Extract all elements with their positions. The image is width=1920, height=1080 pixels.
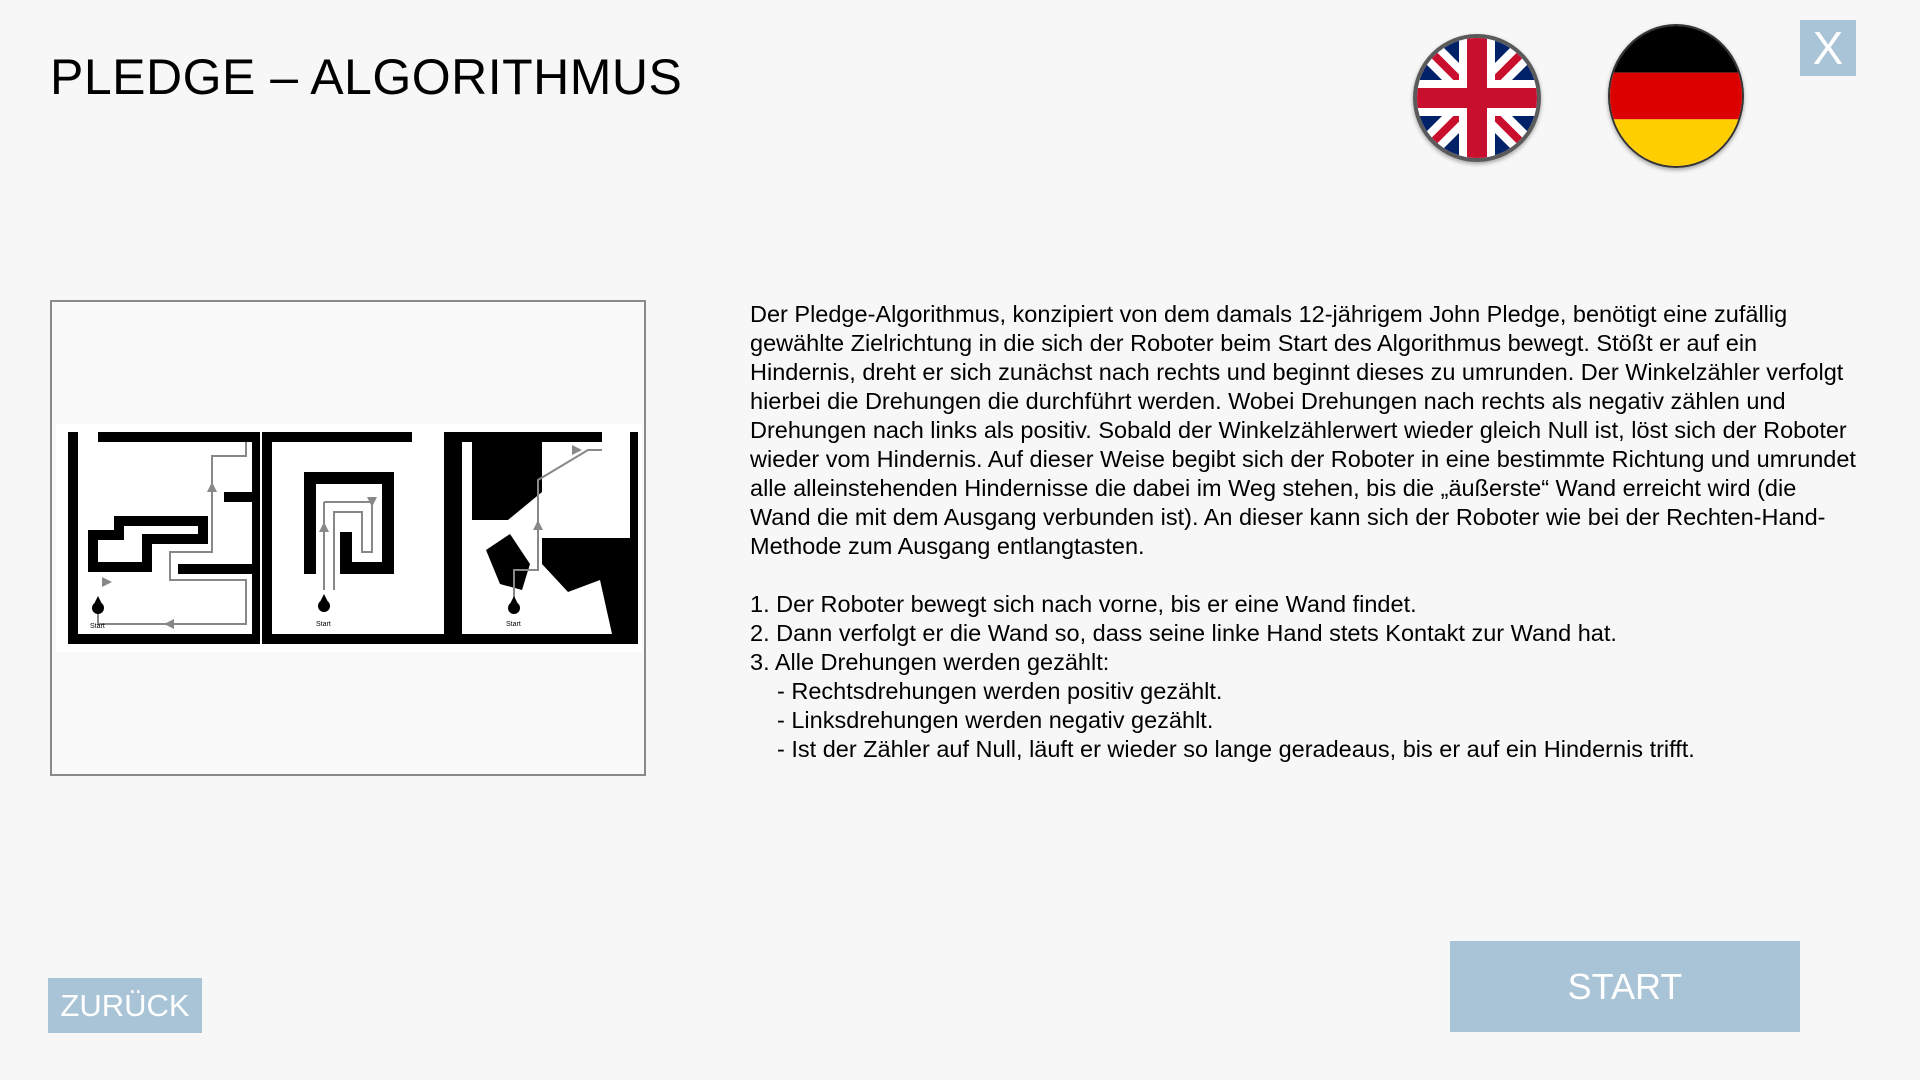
german-language-button[interactable] [1608,24,1744,168]
uk-flag-icon [1417,38,1537,158]
step-3: 3. Alle Drehungen werden gezählt: [750,649,1110,675]
start-label-3: Start [506,621,521,628]
page-title: PLEDGE – ALGORITHMUS [50,49,683,105]
step-1: 1. Der Roboter bewegt sich nach vorne, b… [750,591,1417,617]
substeps-list: - Rechtsdrehungen werden positiv gezählt… [750,677,1860,764]
pledge-maze-illustration: Start Start Start [50,300,646,776]
substep-3: - Ist der Zähler auf Null, läuft er wied… [777,736,1695,762]
germany-flag-icon [1610,26,1742,166]
close-button[interactable]: X [1800,20,1856,76]
back-button[interactable]: ZURÜCK [48,978,202,1033]
english-language-button[interactable] [1413,34,1541,162]
description-paragraph: Der Pledge-Algorithmus, konzipiert von d… [750,301,1856,559]
substep-2: - Linksdrehungen werden negativ gezählt. [777,707,1214,733]
steps-list: 1. Der Roboter bewegt sich nach vorne, b… [750,590,1860,677]
start-button[interactable]: START [1450,941,1800,1032]
substep-1: - Rechtsdrehungen werden positiv gezählt… [777,678,1223,704]
step-2: 2. Dann verfolgt er die Wand so, dass se… [750,620,1617,646]
description: Der Pledge-Algorithmus, konzipiert von d… [750,300,1860,764]
start-label-1: Start [90,623,105,630]
start-label-2: Start [316,621,331,628]
